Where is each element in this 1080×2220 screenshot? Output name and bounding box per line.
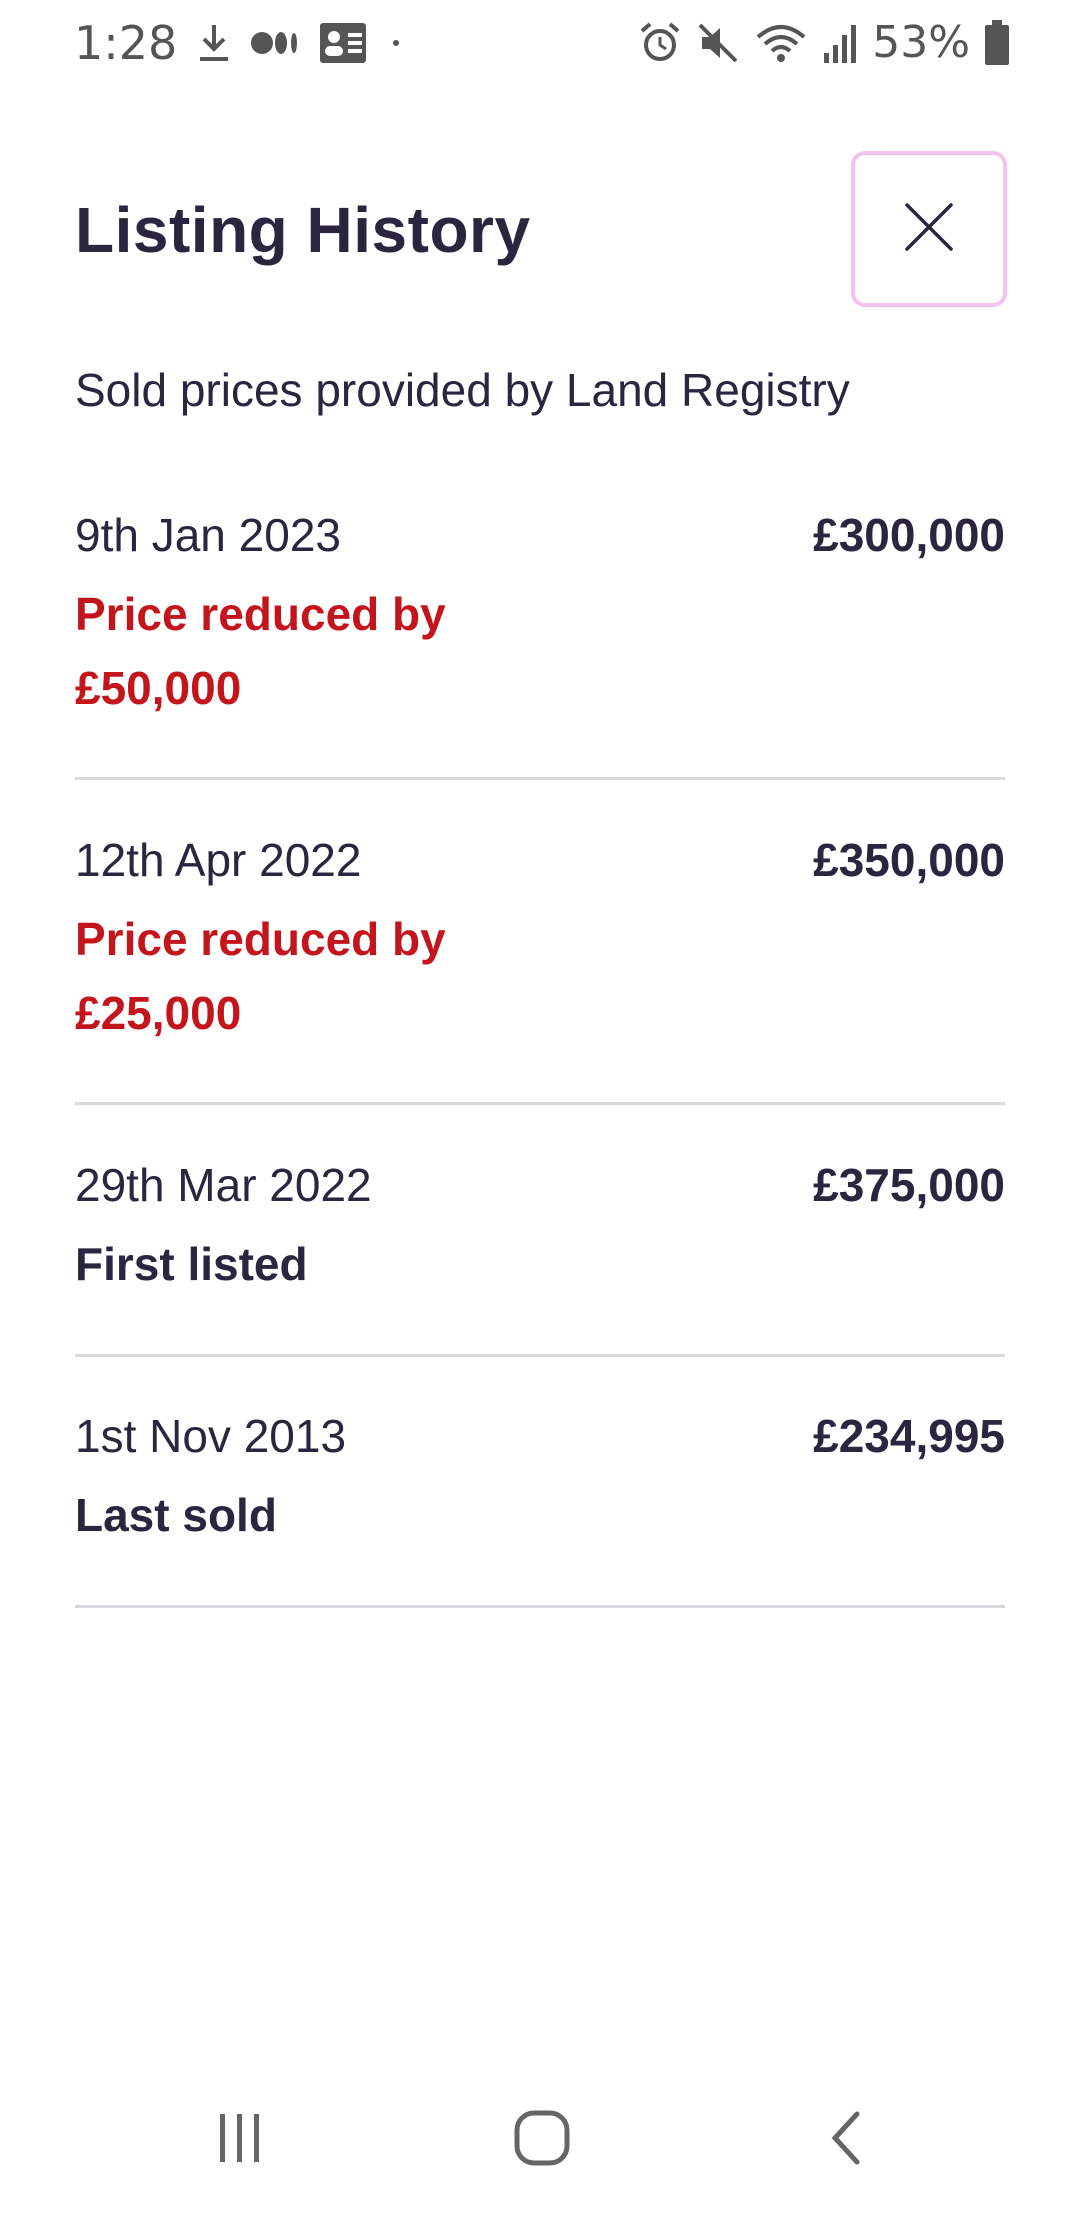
contacts-icon (318, 21, 368, 65)
home-icon (512, 2108, 572, 2173)
back-button[interactable] (795, 2100, 895, 2180)
dot-icon (386, 33, 406, 53)
history-price: £350,000 (813, 834, 1005, 886)
history-event: First listed (75, 1238, 308, 1290)
history-date: 12th Apr 2022 (75, 834, 362, 886)
mute-icon (696, 21, 740, 65)
status-notification-icons (196, 18, 406, 68)
status-system-icons: 53% (638, 14, 1010, 72)
history-row: 29th Mar 2022 £375,000 First listed (75, 1155, 1005, 1357)
page-title: Listing History (75, 194, 531, 266)
status-time: 1:28 (74, 16, 178, 70)
home-button[interactable] (492, 2100, 592, 2180)
close-icon (903, 201, 955, 258)
alarm-icon (638, 21, 682, 65)
recents-button[interactable] (190, 2100, 290, 2180)
back-icon (823, 2108, 867, 2173)
history-price: £300,000 (813, 509, 1005, 561)
history-event: Price reduced by £25,000 (75, 913, 446, 1039)
recents-icon (212, 2110, 268, 2171)
history-event: Price reduced by £50,000 (75, 588, 446, 714)
battery-icon (984, 20, 1010, 66)
signal-icon (822, 21, 858, 65)
history-price: £234,995 (813, 1410, 1005, 1462)
media-icon (250, 28, 300, 58)
history-date: 1st Nov 2013 (75, 1410, 347, 1462)
history-row: 12th Apr 2022 £350,000 Price reduced by … (75, 830, 1005, 1105)
history-event: Last sold (75, 1489, 277, 1541)
data-source-note: Sold prices provided by Land Registry (75, 364, 850, 416)
history-date: 29th Mar 2022 (75, 1159, 372, 1211)
status-bar: 1:28 53% (0, 0, 1080, 86)
history-row: 9th Jan 2023 £300,000 Price reduced by £… (75, 505, 1005, 780)
navigation-bar (0, 2060, 1080, 2220)
wifi-icon (754, 21, 808, 65)
close-button[interactable] (851, 151, 1007, 307)
history-date: 9th Jan 2023 (75, 509, 342, 561)
download-icon (196, 21, 232, 65)
history-row: 1st Nov 2013 £234,995 Last sold (75, 1406, 1005, 1608)
history-price: £375,000 (813, 1159, 1005, 1211)
battery-percent: 53% (872, 17, 970, 68)
